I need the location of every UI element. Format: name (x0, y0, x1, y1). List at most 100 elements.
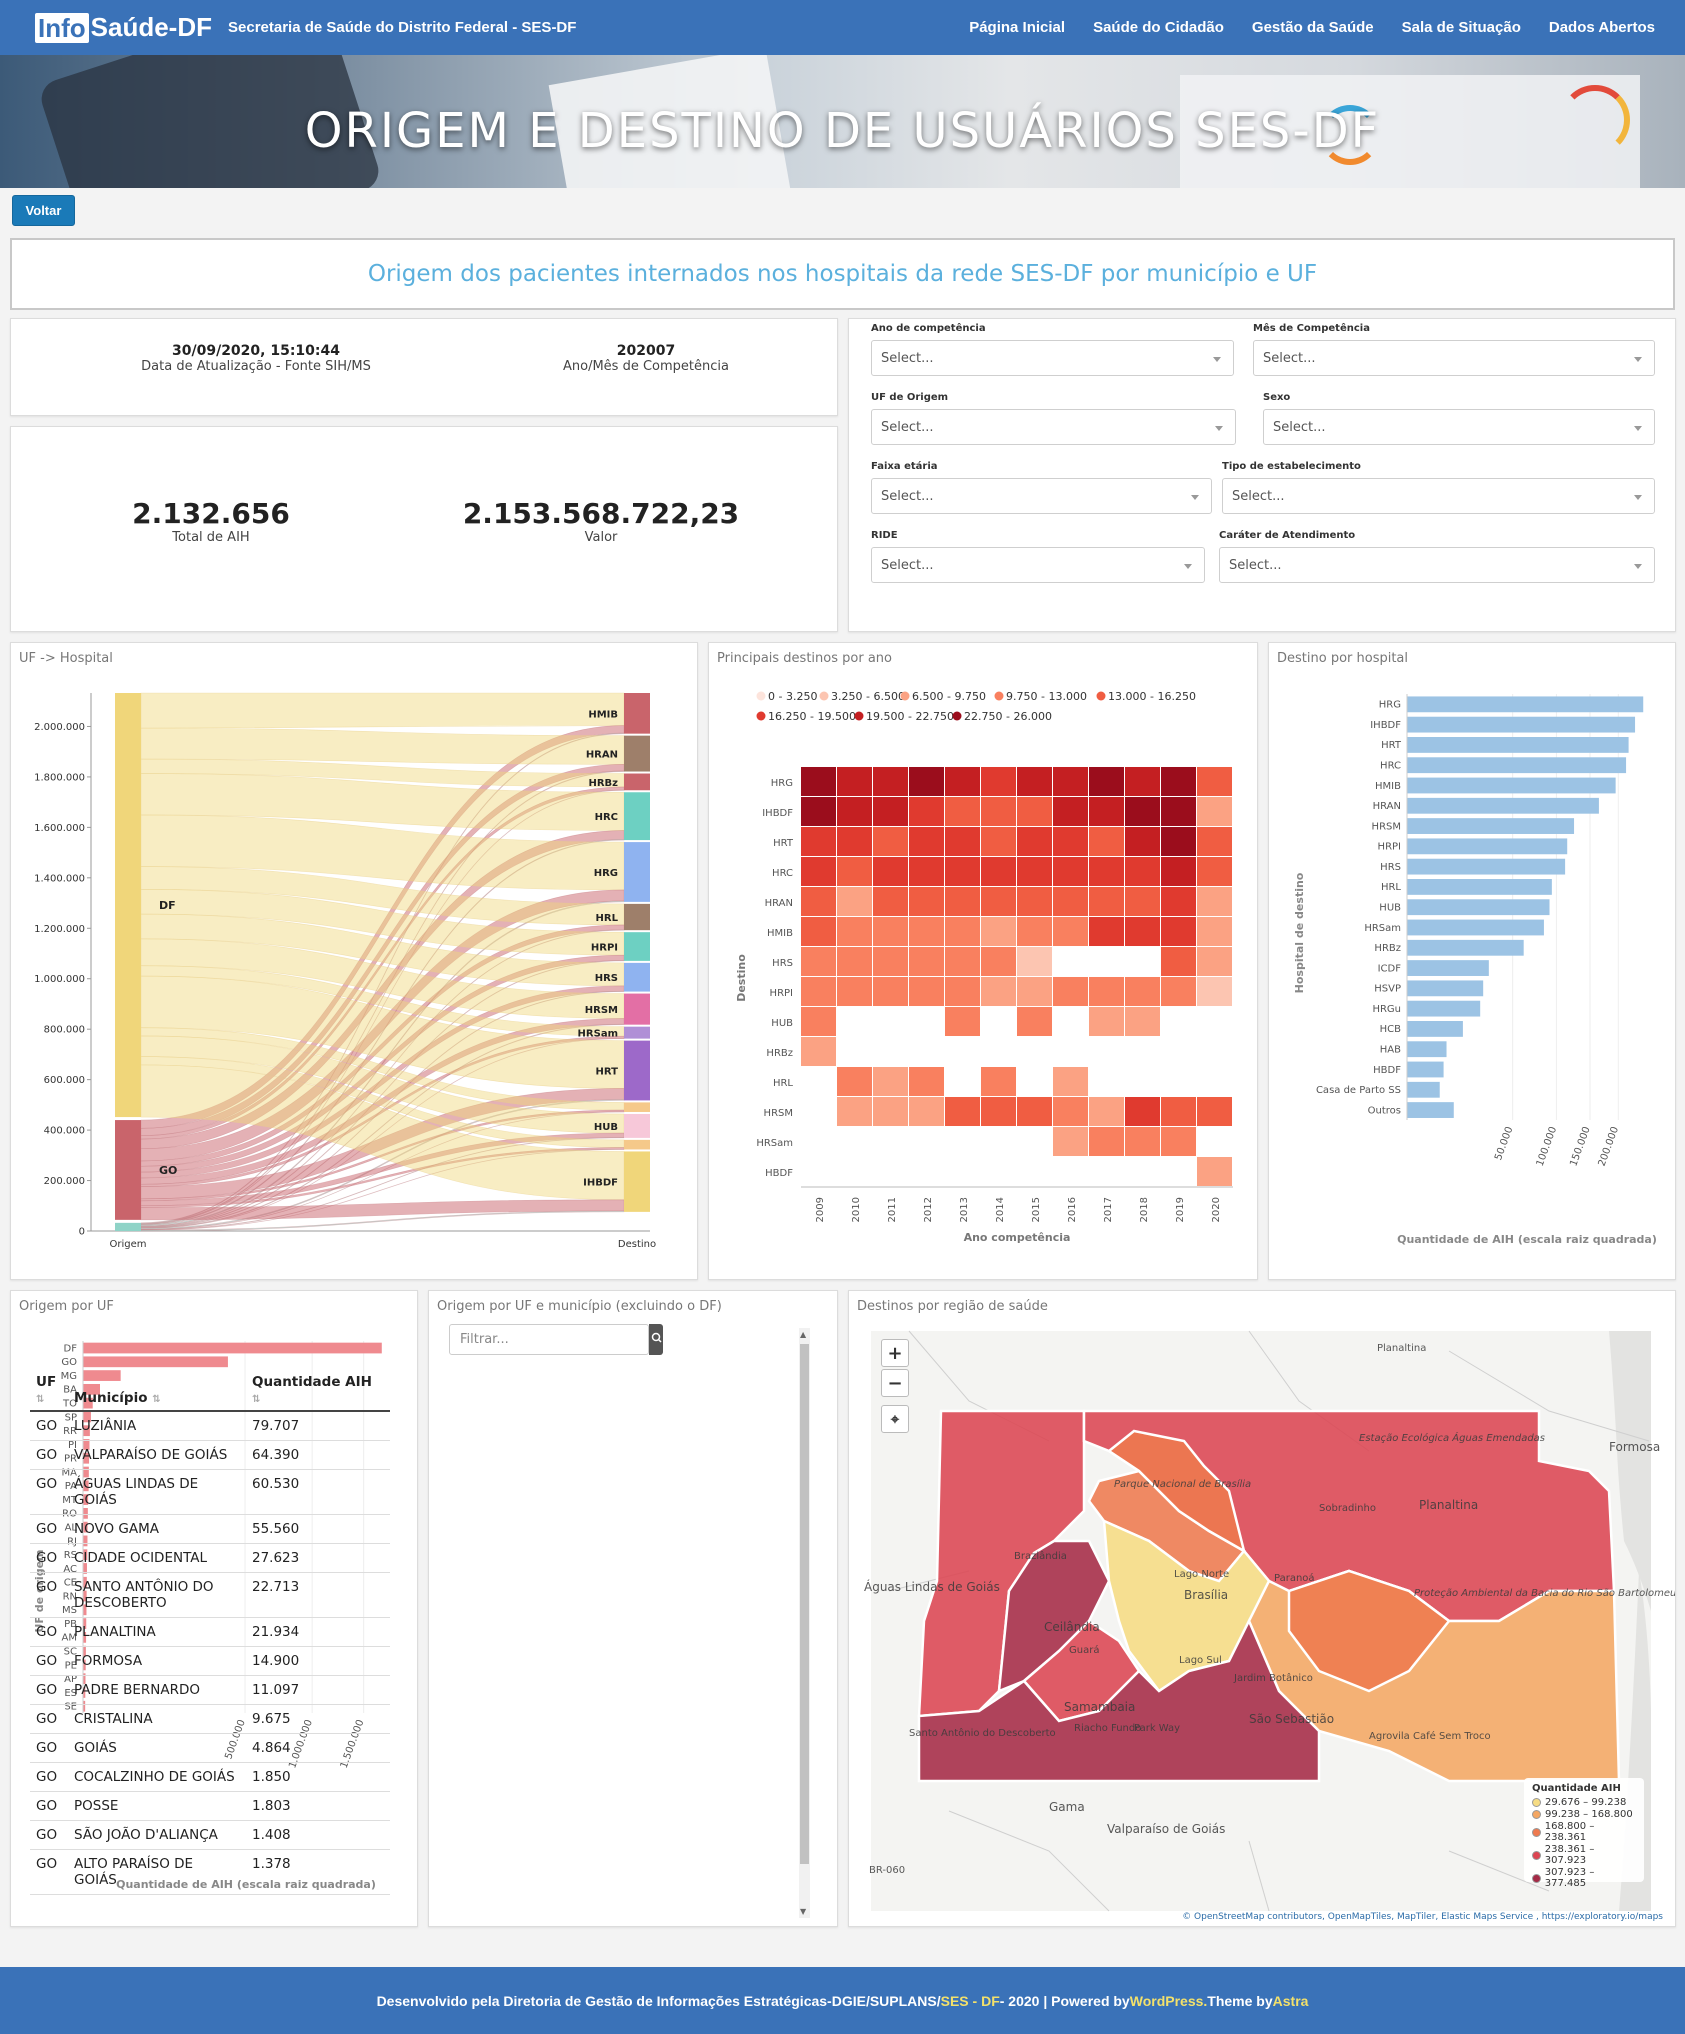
footer-link-astra[interactable]: Astra (1273, 1993, 1309, 2009)
bar-y-tick-label: HRAN (1373, 801, 1401, 812)
reset-view-button[interactable]: ⌖ (881, 1405, 909, 1433)
table-row[interactable]: GO CIDADE OCIDENTAL 27.623 (30, 1543, 390, 1573)
table-row[interactable]: GO POSSE 1.803 (30, 1791, 390, 1821)
heatmap-cell (873, 797, 908, 826)
nav-gestao-saude[interactable]: Gestão da Saúde (1252, 19, 1374, 36)
table-row[interactable]: GO FORMOSA 14.900 (30, 1646, 390, 1676)
nav-saude-cidadao[interactable]: Saúde do Cidadão (1093, 19, 1224, 36)
heatmap-y-tick-label: HBDF (765, 1168, 793, 1179)
heatmap-cell (1125, 857, 1160, 886)
table-row[interactable]: GO ÁGUAS LINDAS DE GOIÁS 60.530 (30, 1469, 390, 1515)
heatmap-cell (1161, 917, 1196, 946)
filter-carater-select[interactable]: Select... (1219, 547, 1655, 583)
zoom-out-button[interactable]: − (881, 1369, 909, 1397)
filter-uf-select[interactable]: Select... (871, 409, 1236, 445)
scroll-up-icon[interactable]: ▲ (800, 1330, 806, 1339)
heatmap-cell (1125, 797, 1160, 826)
filter-sexo-select[interactable]: Select... (1263, 409, 1655, 445)
table-row[interactable]: GO NOVO GAMA 55.560 (30, 1514, 390, 1544)
table-cell-qtd: 1.408 (246, 1820, 390, 1850)
site-logo[interactable]: Info Saúde-DF (35, 12, 212, 43)
zoom-in-button[interactable]: + (881, 1339, 909, 1367)
nav-dados-abertos[interactable]: Dados Abertos (1549, 19, 1655, 36)
table-row[interactable]: GO LUZIÂNIA 79.707 (30, 1411, 390, 1441)
nav-pagina-inicial[interactable]: Página Inicial (969, 19, 1065, 36)
heatmap-cell (945, 857, 980, 886)
heatmap-cell (1017, 1007, 1052, 1036)
sankey-chart: 0 200.000 400.000 600.000 800.000 1.000.000 1.… (34, 692, 656, 1250)
heatmap-cell (801, 887, 836, 916)
map-legend-item: 168.800 – 238.361 (1532, 1821, 1636, 1843)
top-navbar: Info Saúde-DF Secretaria de Saúde do Dis… (0, 0, 1685, 55)
table-row[interactable]: GO SÃO JOÃO D'ALIANÇA 1.408 (30, 1820, 390, 1850)
filter-mes-select[interactable]: Select... (1253, 340, 1655, 376)
search-icon (651, 1332, 662, 1343)
heatmap-cell (981, 887, 1016, 916)
heatmap-legend-label: 9.750 - 13.000 (1006, 690, 1087, 703)
table-row[interactable]: GO VALPARAÍSO DE GOIÁS 64.390 (30, 1440, 390, 1470)
back-button[interactable]: Voltar (12, 195, 75, 226)
map-place-label: Lago Sul (1179, 1655, 1222, 1666)
table-row[interactable]: GO SANTO ANTÔNIO DO DESCOBERTO 22.713 (30, 1572, 390, 1618)
heatmap-cell (837, 917, 872, 946)
sankey-source-label: GO (159, 1164, 177, 1177)
heatmap-legend-label: 6.500 - 9.750 (912, 690, 986, 703)
table-cell-qtd: 79.707 (246, 1411, 390, 1441)
th-uf[interactable]: UF ⇅ (30, 1370, 68, 1412)
table-row[interactable]: GO COCALZINHO DE GOIÁS 1.850 (30, 1762, 390, 1792)
filter-faixa-select[interactable]: Select... (871, 478, 1212, 514)
table-cell-uf: GO (30, 1469, 68, 1515)
footer-link-wordpress[interactable]: WordPress. (1130, 1993, 1208, 2009)
filter-mes-label: Mês de Competência (1253, 323, 1370, 334)
table-cell-qtd: 14.900 (246, 1646, 390, 1676)
table-cell-qtd: 27.623 (246, 1543, 390, 1573)
nav-sala-situacao[interactable]: Sala de Situação (1402, 19, 1521, 36)
bar-y-tick-label: HBDF (1373, 1065, 1401, 1076)
search-button[interactable] (649, 1324, 663, 1355)
heatmap-cell (1053, 827, 1088, 856)
heatmap-cell (909, 857, 944, 886)
map-legend-label: 168.800 – 238.361 (1544, 1821, 1595, 1843)
scroll-down-icon[interactable]: ▼ (800, 1907, 806, 1916)
map-attribution[interactable]: © OpenStreetMap contributors, OpenMapTil… (1182, 1912, 1663, 1922)
map-place-label: Planaltina (1377, 1343, 1426, 1354)
table-cell-qtd: 60.530 (246, 1469, 390, 1515)
table-row[interactable]: GO PLANALTINA 21.934 (30, 1617, 390, 1647)
heatmap-legend-label: 22.750 - 26.000 (964, 710, 1052, 723)
bar-y-tick-label: HAB (1380, 1045, 1401, 1056)
filter-carater-label: Caráter de Atendimento (1219, 530, 1356, 541)
bar-y-tick-label: IHBDF (1370, 720, 1401, 731)
table-row[interactable]: GO ALTO PARAÍSO DE GOIÁS 1.378 (30, 1849, 390, 1895)
sankey-x-tick-label: Destino (618, 1239, 656, 1250)
map-place-label: BR-060 (869, 1865, 905, 1876)
table-filter-input[interactable]: Filtrar... (449, 1324, 649, 1355)
valor-label: Valor (584, 530, 618, 545)
table-cell-municipio: NOVO GAMA (68, 1514, 246, 1544)
heatmap-y-tick-label: HRG (771, 778, 793, 789)
table-row[interactable]: GO PADRE BERNARDO 11.097 (30, 1675, 390, 1705)
bar-y-tick-label: Outros (1368, 1105, 1401, 1116)
map-legend: Quantidade AIH 29.676 – 99.238 99.238 – 1… (1524, 1778, 1644, 1889)
th-quantidade[interactable]: Quantidade AIH ⇅ (246, 1370, 390, 1412)
filter-ano-select[interactable]: Select... (871, 340, 1234, 376)
table-scrollbar[interactable]: ▲ ▼ (799, 1328, 810, 1918)
footer-link-ses[interactable]: SES - DF (941, 1993, 1000, 2009)
map-place-label: Proteção Ambiental da Bacia do Rio São B… (1414, 1588, 1675, 1599)
heatmap-cell (1197, 887, 1232, 916)
heatmap-legend-swatch (994, 691, 1004, 701)
table-cell-qtd: 1.850 (246, 1762, 390, 1792)
heatmap-cell (909, 767, 944, 796)
heatmap-cell (1089, 767, 1124, 796)
table-row[interactable]: GO GOIÁS 4.864 (30, 1733, 390, 1763)
heatmap-y-tick-label: HRS (772, 958, 793, 969)
filter-tipo-select[interactable]: Select... (1222, 478, 1655, 514)
filter-ride-select[interactable]: Select... (871, 547, 1205, 583)
table-scrollbar-thumb[interactable] (800, 1344, 809, 1864)
table-row[interactable]: GO CRISTALINA 9.675 (30, 1704, 390, 1734)
map-card: Destinos por região de saúde Planaltina F… (848, 1290, 1676, 1927)
heatmap-cell (1197, 977, 1232, 1006)
th-municipio[interactable]: Município ⇅ (68, 1370, 246, 1412)
bar-y-tick-label: HRBz (1374, 943, 1401, 954)
heatmap-cell (1161, 857, 1196, 886)
bar-y-tick-label: HRSam (1364, 923, 1401, 934)
